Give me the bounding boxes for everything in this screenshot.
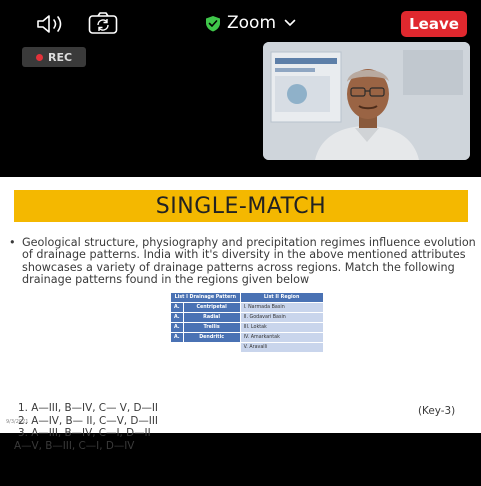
bullet-icon: • <box>9 236 16 249</box>
shared-screen-slide[interactable]: SINGLE-MATCH • Geological structure, phy… <box>0 177 481 452</box>
question-text: • Geological structure, physiography and… <box>6 236 476 287</box>
option-3: 3. A—III, B—IV, C—I, D—II <box>18 427 151 440</box>
table-header-list-1: List I Drainage Pattern <box>171 293 240 302</box>
table-row: A. Radial II. Godavari Basin <box>171 313 323 322</box>
answer-key: (Key-3) <box>418 405 456 417</box>
recording-label: REC <box>47 50 73 64</box>
option-4: A—V, B—III, C—I, D—IV <box>14 439 135 452</box>
row-region: V. Aravalli <box>240 343 323 352</box>
row-region: III. Loktak <box>240 323 323 332</box>
row-pattern: Dendritic <box>183 333 240 342</box>
speaker-icon[interactable] <box>36 14 68 34</box>
row-letter: A. <box>171 313 183 322</box>
option-2: 2. A—IV, B— II, C—V, D—III <box>18 414 158 427</box>
slide-title-banner: SINGLE-MATCH <box>14 190 468 222</box>
row-region: I. Narmada Basin <box>240 303 323 312</box>
question-body: Geological structure, physiography and p… <box>22 236 476 287</box>
camera-flip-icon[interactable] <box>88 11 118 35</box>
row-pattern: Centripetal <box>183 303 240 312</box>
row-pattern: Radial <box>183 313 240 322</box>
meeting-title[interactable]: Zoom <box>205 11 296 35</box>
app-title: Zoom <box>227 13 277 33</box>
meeting-top-bar: Zoom Leave <box>0 0 481 42</box>
leave-button[interactable]: Leave <box>401 11 467 37</box>
row-pattern: Trellis <box>183 323 240 332</box>
participant-video-image <box>263 42 470 160</box>
table-row: A. Trellis III. Loktak <box>171 323 323 332</box>
participant-video[interactable] <box>263 42 470 160</box>
record-dot-icon <box>35 53 43 61</box>
row-letter: A. <box>171 323 183 332</box>
match-table: List I Drainage Pattern List II Region A… <box>170 292 324 353</box>
shield-check-icon <box>206 15 220 31</box>
answer-options: 1. A—III, B—IV, C— V, D—II 2. A—IV, B— I… <box>14 402 158 452</box>
row-letter: A. <box>171 333 183 342</box>
chevron-down-icon <box>284 19 296 27</box>
row-region: II. Godavari Basin <box>240 313 323 322</box>
table-row: A. Dendritic IV. Amarkantak <box>171 333 323 342</box>
row-letter: A. <box>171 303 183 312</box>
table-header-list-2: List II Region <box>240 293 323 302</box>
slide-date: 9/3/2021 <box>6 419 29 425</box>
table-row: V. Aravalli <box>171 343 323 352</box>
table-row: A. Centripetal I. Narmada Basin <box>171 303 323 312</box>
option-1: 1. A—III, B—IV, C— V, D—II <box>18 402 158 414</box>
recording-indicator[interactable]: REC <box>22 47 86 67</box>
row-region: IV. Amarkantak <box>240 333 323 342</box>
slide-title: SINGLE-MATCH <box>155 193 327 219</box>
